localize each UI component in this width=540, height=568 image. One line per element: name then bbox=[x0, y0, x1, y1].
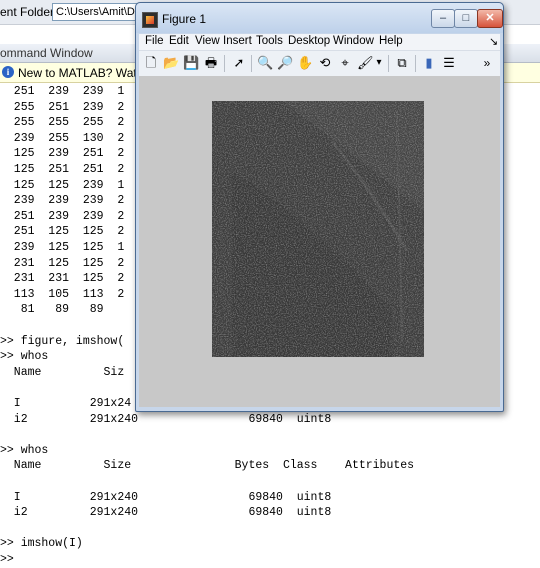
toolbar-separator bbox=[388, 55, 389, 72]
figure-canvas[interactable] bbox=[139, 76, 500, 407]
close-button[interactable]: ✕ bbox=[477, 9, 503, 28]
console-line: 231 231 125 2 bbox=[0, 272, 125, 286]
image-texture bbox=[212, 101, 424, 357]
menu-desktop[interactable]: Desktop bbox=[288, 35, 330, 47]
minimize-button[interactable]: – bbox=[431, 9, 455, 28]
console-line: 81 89 89 bbox=[0, 303, 104, 317]
console-line: i2 291x240 69840 uint8 bbox=[0, 506, 332, 520]
zoom-in-icon[interactable]: 🔍 bbox=[257, 55, 273, 71]
figure-title-bar[interactable]: Figure 1 – □ ✕ bbox=[136, 3, 503, 33]
console-line: 255 255 255 2 bbox=[0, 116, 125, 130]
console-line: >> bbox=[0, 553, 14, 566]
rotate-3d-icon[interactable]: ⟲ bbox=[317, 55, 333, 71]
console-line: I 291x24 bbox=[0, 397, 132, 410]
console-line: I 291x240 69840 uint8 bbox=[0, 490, 332, 504]
maximize-button[interactable]: □ bbox=[454, 9, 478, 28]
console-line: 251 125 125 2 bbox=[0, 225, 125, 239]
console-line: 239 239 239 2 bbox=[0, 194, 125, 208]
toolbar-separator bbox=[251, 55, 252, 72]
current-folder-label: ent Folder: bbox=[0, 5, 58, 19]
dock-arrow-icon[interactable]: ↘ bbox=[489, 35, 498, 48]
console-line: 125 125 239 1 bbox=[0, 178, 125, 192]
menu-file[interactable]: File bbox=[145, 35, 164, 47]
save-icon[interactable]: 💾 bbox=[183, 55, 199, 71]
console-line: i2 291x240 69840 uint8 bbox=[0, 412, 332, 426]
menu-window[interactable]: Window bbox=[333, 35, 374, 47]
figure-title: Figure 1 bbox=[162, 12, 207, 26]
figure-toolbar: 🗋 📂 💾 🖶 ➚ 🔍 🔎 ✋ ⟲ ⌖ 🖌 ▾ ⧉ ▮ ☰ » bbox=[139, 50, 500, 77]
console-line: 255 251 239 2 bbox=[0, 100, 125, 114]
console-line: 251 239 239 2 bbox=[0, 209, 125, 223]
console-line: 231 125 125 2 bbox=[0, 256, 125, 270]
console-line: >> figure, imshow( bbox=[0, 334, 125, 348]
info-icon: i bbox=[2, 66, 14, 78]
menu-view[interactable]: View bbox=[195, 35, 220, 47]
toolbar-overflow-icon[interactable]: » bbox=[479, 55, 495, 71]
displayed-image bbox=[212, 101, 424, 357]
console-line: >> whos bbox=[0, 350, 49, 364]
figure-menu-bar: File Edit View Insert Tools Desktop Wind… bbox=[139, 34, 500, 50]
menu-insert[interactable]: Insert bbox=[223, 35, 252, 47]
link-plot-icon[interactable]: ⧉ bbox=[394, 55, 410, 71]
menu-tools[interactable]: Tools bbox=[256, 35, 283, 47]
brush-dropdown-icon[interactable]: ▾ bbox=[374, 55, 384, 71]
toolbar-separator bbox=[415, 55, 416, 72]
console-line: 239 255 130 2 bbox=[0, 131, 125, 145]
menu-edit[interactable]: Edit bbox=[169, 35, 189, 47]
console-line: 251 239 239 1 bbox=[0, 85, 125, 98]
figure-window: Figure 1 – □ ✕ File Edit View Insert Too… bbox=[135, 2, 504, 412]
print-icon[interactable]: 🖶 bbox=[203, 55, 219, 71]
edit-plot-arrow-icon[interactable]: ➚ bbox=[231, 55, 247, 71]
console-line: 113 105 113 2 bbox=[0, 287, 125, 301]
zoom-out-icon[interactable]: 🔎 bbox=[277, 55, 293, 71]
console-line: 239 125 125 1 bbox=[0, 241, 125, 254]
open-file-icon[interactable]: 📂 bbox=[163, 55, 179, 71]
data-cursor-icon[interactable]: ⌖ bbox=[337, 55, 353, 71]
toolbar-separator bbox=[224, 55, 225, 72]
new-figure-icon[interactable]: 🗋 bbox=[143, 55, 159, 71]
menu-help[interactable]: Help bbox=[379, 35, 403, 47]
console-line: >> whos bbox=[0, 443, 49, 457]
console-line: Name Size Bytes Class Attributes bbox=[0, 459, 415, 473]
console-line: >> imshow(I) bbox=[0, 537, 83, 551]
legend-icon[interactable]: ☰ bbox=[441, 55, 457, 71]
console-line: 125 239 251 2 bbox=[0, 147, 125, 161]
colorbar-icon[interactable]: ▮ bbox=[421, 55, 437, 71]
matlab-figure-icon bbox=[142, 12, 158, 28]
command-window-title: ommand Window bbox=[0, 46, 93, 60]
brush-icon[interactable]: 🖌 bbox=[357, 55, 374, 71]
console-line: 125 251 251 2 bbox=[0, 163, 125, 176]
console-line: Name Siz bbox=[0, 365, 125, 379]
pan-hand-icon[interactable]: ✋ bbox=[297, 55, 313, 71]
